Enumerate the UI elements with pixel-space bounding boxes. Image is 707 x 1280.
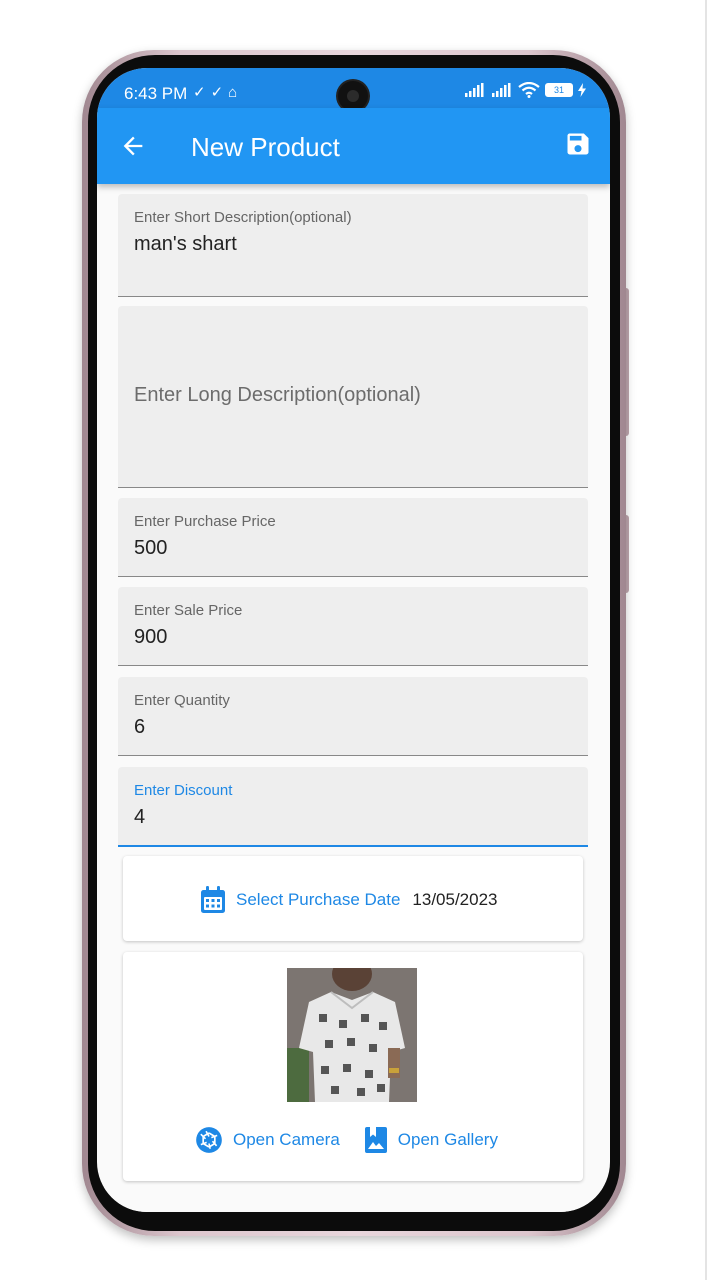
page-title: New Product [191,132,340,162]
charging-icon [578,83,586,97]
sale-price-field[interactable]: Enter Sale Price 900 [118,587,588,666]
open-camera-button[interactable]: Open Camera [195,1126,340,1154]
app-screen: 6:43 PM ✓✓⌂ 31 New Product Enter Short D… [97,68,610,1212]
select-purchase-date-button[interactable]: Select Purchase Date [236,890,400,910]
long-description-placeholder: Enter Long Description(optional) [134,384,421,406]
purchase-price-label: Enter Purchase Price [134,513,276,530]
battery-icon: 31 [545,83,573,97]
signal-icon [492,83,511,97]
sale-price-value: 900 [134,626,168,648]
sale-price-label: Enter Sale Price [134,602,243,619]
status-notification-icons: ✓✓⌂ [193,83,242,101]
gallery-icon [364,1127,387,1153]
discount-field[interactable]: Enter Discount 4 [118,767,588,847]
discount-value: 4 [134,806,146,828]
purchase-price-field[interactable]: Enter Purchase Price 500 [118,498,588,577]
camera-icon [196,1127,222,1153]
product-image [287,968,417,1102]
camera-lens [347,90,359,102]
check-icon: ✓ [193,84,211,101]
status-bar: 6:43 PM ✓✓⌂ 31 [97,68,610,111]
image-picker-card: Open Camera Open Gallery [123,952,583,1181]
front-camera [338,81,368,111]
app-bar: New Product [97,108,610,184]
screen-bottom [97,1187,610,1212]
quantity-value: 6 [134,716,146,738]
open-camera-label: Open Camera [233,1130,340,1149]
save-icon[interactable] [564,130,592,158]
open-gallery-label: Open Gallery [397,1130,498,1149]
wifi-icon [518,82,540,98]
short-description-field[interactable]: Enter Short Description(optional) man's … [118,194,588,297]
short-description-label: Enter Short Description(optional) [134,209,352,226]
check-icon: ✓ [210,84,229,101]
short-description-value: man's shart [134,233,237,255]
signal-icon [465,83,484,97]
purchase-date-row: Select Purchase Date 13/05/2023 [200,886,498,914]
photo-actions: Open Camera Open Gallery [195,1126,498,1154]
notification-icon: ⌂ [228,84,243,101]
status-time: 6:43 PM [124,84,188,103]
calendar-icon[interactable] [200,886,226,914]
long-description-field[interactable]: Enter Long Description(optional) [118,306,588,488]
arrow-back-icon[interactable] [119,132,147,160]
quantity-label: Enter Quantity [134,692,230,709]
status-system-icons: 31 [464,82,586,98]
open-gallery-button[interactable]: Open Gallery [364,1126,498,1154]
quantity-field[interactable]: Enter Quantity 6 [118,677,588,756]
discount-label: Enter Discount [134,782,233,799]
purchase-price-value: 500 [134,537,168,559]
purchase-date-value: 13/05/2023 [412,890,498,909]
purchase-date-card: Select Purchase Date 13/05/2023 [123,856,583,941]
